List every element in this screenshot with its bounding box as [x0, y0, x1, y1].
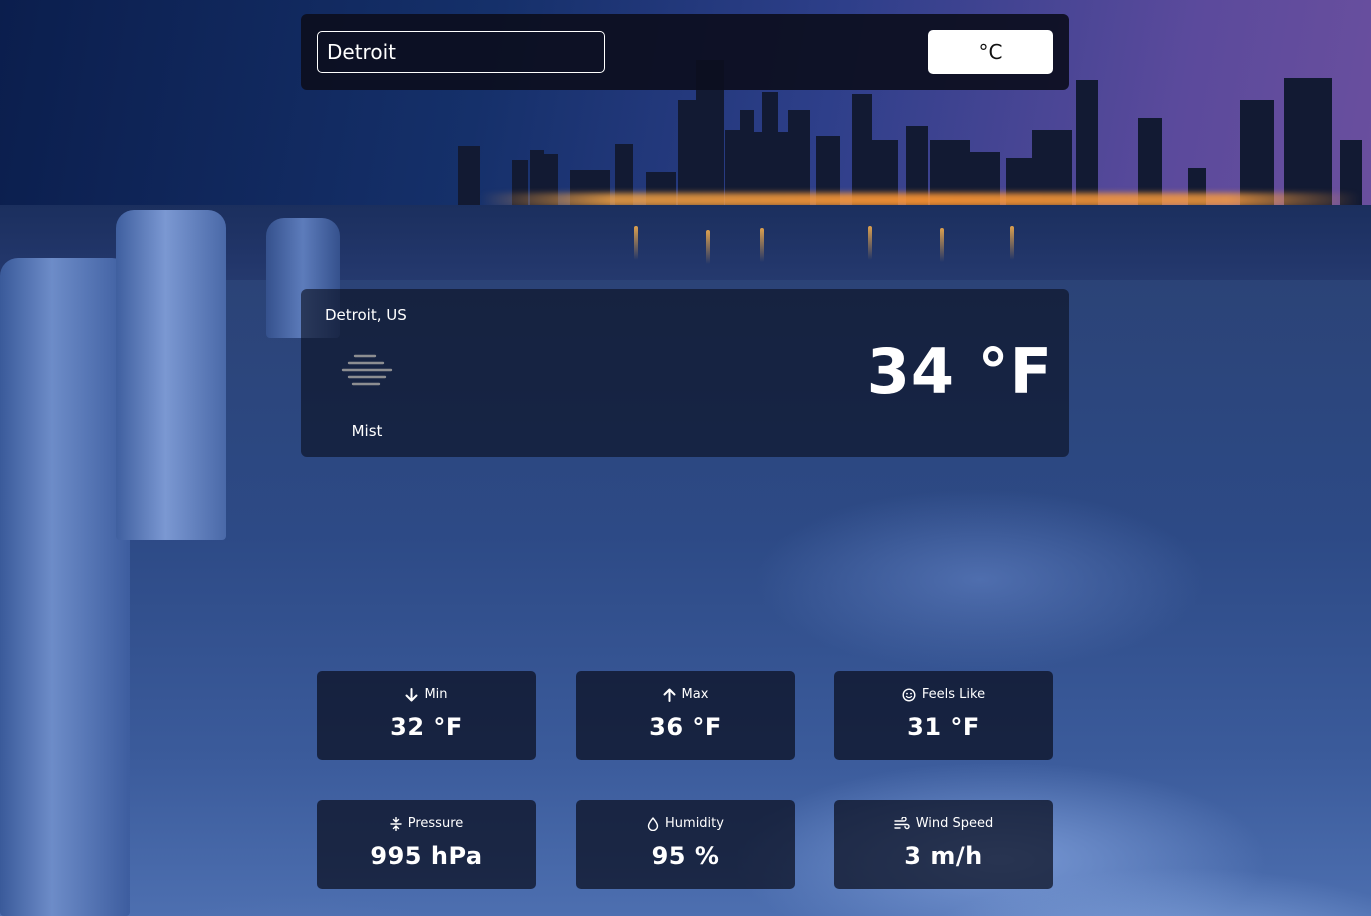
stat-label: Min	[424, 687, 448, 702]
stat-card-pressure: Pressure 995 hPa	[317, 800, 536, 889]
stat-label: Humidity	[665, 816, 724, 831]
search-bar: °C	[301, 14, 1069, 90]
stat-label: Wind Speed	[915, 816, 994, 831]
stat-card-humidity: Humidity 95 %	[576, 800, 795, 889]
condition-label: Mist	[351, 422, 383, 440]
mist-icon	[341, 354, 393, 386]
smiley-icon	[902, 687, 916, 702]
stat-value: 3 m/h	[904, 842, 983, 870]
stat-card-wind-speed: Wind Speed 3 m/h	[834, 800, 1053, 889]
pressure-icon	[390, 816, 402, 831]
droplet-icon	[647, 816, 659, 831]
icy-pillar	[0, 258, 130, 916]
arrow-down-icon	[405, 687, 418, 701]
city-search-input[interactable]	[317, 31, 605, 73]
stat-value: 995 hPa	[370, 842, 483, 870]
stat-value: 31 °F	[907, 713, 980, 741]
stat-card-feels-like: Feels Like 31 °F	[834, 671, 1053, 760]
current-weather-card: Detroit, US Mist 34 °F	[301, 289, 1069, 457]
stat-label: Feels Like	[921, 687, 986, 702]
location-label: Detroit, US	[325, 306, 407, 324]
stat-card-max: Max 36 °F	[576, 671, 795, 760]
wind-icon	[894, 816, 910, 829]
stat-label: Pressure	[407, 816, 464, 831]
unit-toggle-button[interactable]: °C	[928, 30, 1053, 74]
background-scene	[0, 0, 1371, 916]
stat-value: 32 °F	[390, 713, 463, 741]
stat-card-min: Min 32 °F	[317, 671, 536, 760]
arrow-up-icon	[663, 688, 676, 702]
stat-label: Max	[681, 687, 709, 702]
current-temperature: 34 °F	[866, 335, 1053, 408]
icy-pillar	[116, 210, 226, 540]
stat-value: 95 %	[651, 842, 720, 870]
stat-value: 36 °F	[649, 713, 722, 741]
